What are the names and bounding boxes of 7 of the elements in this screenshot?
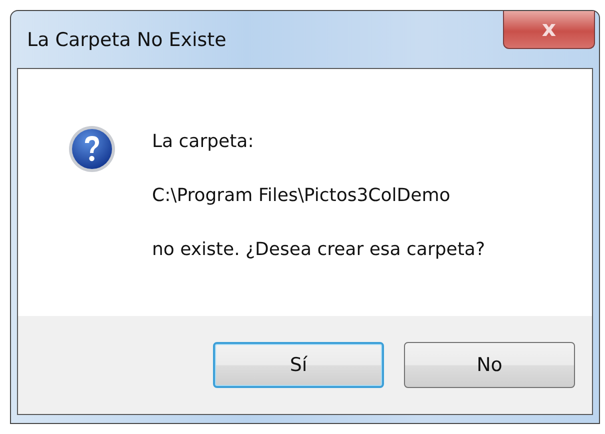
dialog-button[interactable]: Sí <box>213 342 384 388</box>
message-text: C:\Program Files\Pictos3ColDemo <box>152 185 452 206</box>
message-text: La carpeta: <box>152 131 255 152</box>
window-title: La Carpeta No Existe <box>27 29 226 51</box>
dialog-button[interactable]: No <box>404 342 575 388</box>
question-icon <box>68 125 116 173</box>
message-text: no existe. ¿Desea crear esa carpeta? <box>152 239 485 260</box>
